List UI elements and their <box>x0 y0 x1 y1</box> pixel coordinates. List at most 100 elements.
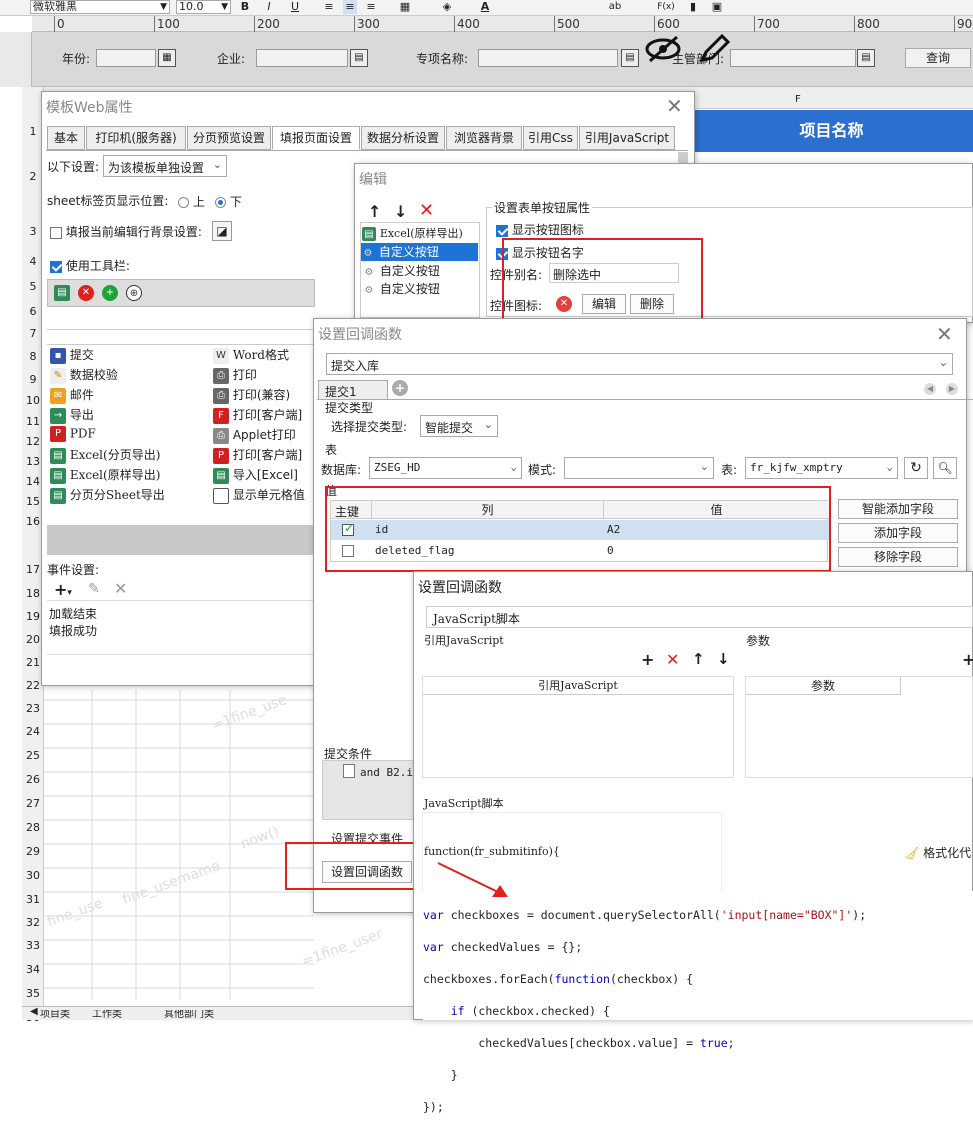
year-field[interactable] <box>96 49 156 67</box>
border-icon[interactable]: ▦ <box>398 0 412 14</box>
project-picker-icon[interactable]: ▤ <box>621 49 639 67</box>
list-item[interactable]: P PDF <box>50 426 96 442</box>
list-item[interactable]: → 导出 <box>50 406 94 424</box>
dept-field[interactable] <box>730 49 856 67</box>
show-icon-row[interactable]: 显示按钮图标 <box>496 221 584 238</box>
event-item[interactable]: 填报成功 <box>49 622 97 639</box>
align-right-icon[interactable]: ≡ <box>364 0 378 14</box>
list-item[interactable]: ▪ 提交 <box>50 346 94 364</box>
js-code-editor[interactable]: var checkboxes = document.querySelectorA… <box>423 891 973 1114</box>
company-picker-icon[interactable]: ▤ <box>350 49 368 67</box>
smart-add-field-button[interactable]: 智能添加字段 <box>838 499 958 519</box>
sheet-tab[interactable]: 工作类 <box>92 1010 152 1020</box>
image-icon[interactable]: ▣ <box>710 0 724 14</box>
pencil-icon[interactable] <box>698 33 731 64</box>
insert-formula-button[interactable]: F(x) <box>655 0 677 14</box>
move-up-icon[interactable]: ↑ <box>368 202 381 221</box>
move-up-icon[interactable]: ↑ <box>692 650 705 668</box>
align-left-icon[interactable]: ≡ <box>322 0 336 14</box>
add-field-button[interactable]: 添加字段 <box>838 523 958 543</box>
align-center-icon[interactable]: ≡ <box>343 0 357 14</box>
list-item[interactable]: P 打印[客户端] <box>213 446 302 464</box>
event-item[interactable]: 加载结束 <box>49 605 97 622</box>
sheet-tab[interactable]: 其他部门类 <box>164 1010 244 1020</box>
checkbox[interactable] <box>496 224 508 237</box>
italic-button[interactable]: I <box>262 0 276 14</box>
font-size-select[interactable]: 10.0 ▼ <box>176 0 231 14</box>
insert-text-button[interactable]: ab <box>608 0 622 14</box>
tab-page-preview[interactable]: 分页预览设置 <box>187 126 271 150</box>
list-item[interactable]: ▤ Excel(原样导出) <box>362 225 463 241</box>
add-event-icon[interactable]: +▾ <box>54 580 72 599</box>
move-down-icon[interactable]: ↓ <box>394 202 407 221</box>
js-type-select[interactable]: JavaScript脚本 <box>426 606 973 628</box>
chart-icon[interactable]: ▮ <box>686 0 700 14</box>
list-item[interactable]: ▤ Excel(原样导出) <box>50 466 160 484</box>
list-item[interactable]: ⚙ 自定义按钮 <box>362 262 440 279</box>
table-select[interactable]: fr_kjfw_xmptry ⌄ <box>745 457 898 479</box>
list-item[interactable]: ✉ 邮件 <box>50 386 94 404</box>
font-name-select[interactable]: 微软雅黑 ▼ <box>30 0 170 14</box>
close-icon[interactable]: ✕ <box>666 96 683 116</box>
sheet-pos-top-option[interactable]: 上 <box>178 193 205 210</box>
remove-field-button[interactable]: 移除字段 <box>838 547 958 567</box>
fill-color-icon[interactable]: ◈ <box>440 0 454 14</box>
list-item[interactable]: ⚙ 自定义按钮 <box>362 280 440 297</box>
prev-tab-icon[interactable]: ◀ <box>924 383 936 395</box>
close-icon[interactable]: ✕ <box>936 324 953 344</box>
delete-icon[interactable]: ✕ <box>78 285 94 301</box>
list-item[interactable]: F 打印[客户端] <box>213 406 302 424</box>
condition-item[interactable]: and B2.is <box>360 766 420 779</box>
radio-button[interactable] <box>178 197 189 208</box>
edit-event-icon[interactable]: ✎ <box>88 581 100 597</box>
next-tab-icon[interactable]: ▶ <box>946 383 958 395</box>
list-item[interactable]: ⎙ 打印(兼容) <box>213 386 290 404</box>
hidden-eye-icon[interactable] <box>644 34 682 64</box>
tab-ref-js[interactable]: 引用JavaScript <box>579 126 675 150</box>
underline-button[interactable]: U <box>288 0 302 14</box>
tab-basic[interactable]: 基本 <box>47 126 85 150</box>
tab-submit-1[interactable]: 提交1 <box>318 380 388 400</box>
project-field[interactable] <box>478 49 618 67</box>
paint-bucket-icon[interactable]: ◪ <box>212 221 232 241</box>
dept-picker-icon[interactable]: ▤ <box>857 49 875 67</box>
query-button[interactable]: 查询 <box>905 48 971 68</box>
list-item[interactable]: ⎙ Applet打印 <box>213 426 296 444</box>
remove-icon[interactable]: ✕ <box>666 650 679 669</box>
add-tab-icon[interactable]: + <box>392 380 408 396</box>
bg-setting-row[interactable]: 填报当前编辑行背景设置: <box>50 223 202 240</box>
bold-button[interactable]: B <box>238 0 252 14</box>
tab-fill-page[interactable]: 填报页面设置 <box>272 126 360 150</box>
setting-select[interactable]: 为该模板单独设置 ⌄ <box>103 155 227 177</box>
tab-data-analysis[interactable]: 数据分析设置 <box>361 126 445 150</box>
move-down-icon[interactable]: ↓ <box>717 650 730 668</box>
add-param-icon[interactable]: + <box>962 650 973 669</box>
db-select[interactable]: ZSEG_HD ⌄ <box>369 457 522 479</box>
add-icon[interactable]: + <box>641 650 654 669</box>
radio-button[interactable] <box>215 197 226 208</box>
list-item[interactable]: W Word格式 <box>213 346 289 364</box>
schema-select[interactable]: ⌄ <box>564 457 714 479</box>
sheet-tab[interactable]: 项目类 <box>40 1010 90 1020</box>
nav-left-icon[interactable]: ◀ <box>30 1006 38 1017</box>
use-toolbar-row[interactable]: 使用工具栏: <box>50 257 130 274</box>
submit-type-select[interactable]: 提交入库 ⌄ <box>326 353 953 375</box>
checkbox[interactable] <box>50 260 62 273</box>
list-item-selected[interactable]: ⚙ 自定义按钮 <box>361 243 478 261</box>
list-item[interactable]: ✎ 数据校验 <box>50 366 118 384</box>
tab-browser-bg[interactable]: 浏览器背景 <box>446 126 522 150</box>
add-icon[interactable]: + <box>102 285 118 301</box>
choose-type-select[interactable]: 智能提交 ⌄ <box>420 415 498 437</box>
tab-ref-css[interactable]: 引用Css <box>523 126 578 150</box>
checkbox[interactable] <box>50 226 62 239</box>
list-item[interactable]: ▤ 分页分Sheet导出 <box>50 486 165 504</box>
list-item[interactable]: ⎙ 打印 <box>213 366 257 384</box>
search-table-icon[interactable]: 🔍︎ <box>933 457 957 479</box>
excel-icon[interactable]: ▤ <box>54 285 70 301</box>
text-color-button[interactable]: A <box>478 0 492 14</box>
tab-printer[interactable]: 打印机(服务器) <box>86 126 186 150</box>
sheet-pos-bottom-option[interactable]: 下 <box>215 193 242 210</box>
list-item[interactable]: 显示单元格值 <box>213 486 305 504</box>
company-field[interactable] <box>256 49 348 67</box>
globe-icon[interactable]: ⊕ <box>126 285 142 301</box>
